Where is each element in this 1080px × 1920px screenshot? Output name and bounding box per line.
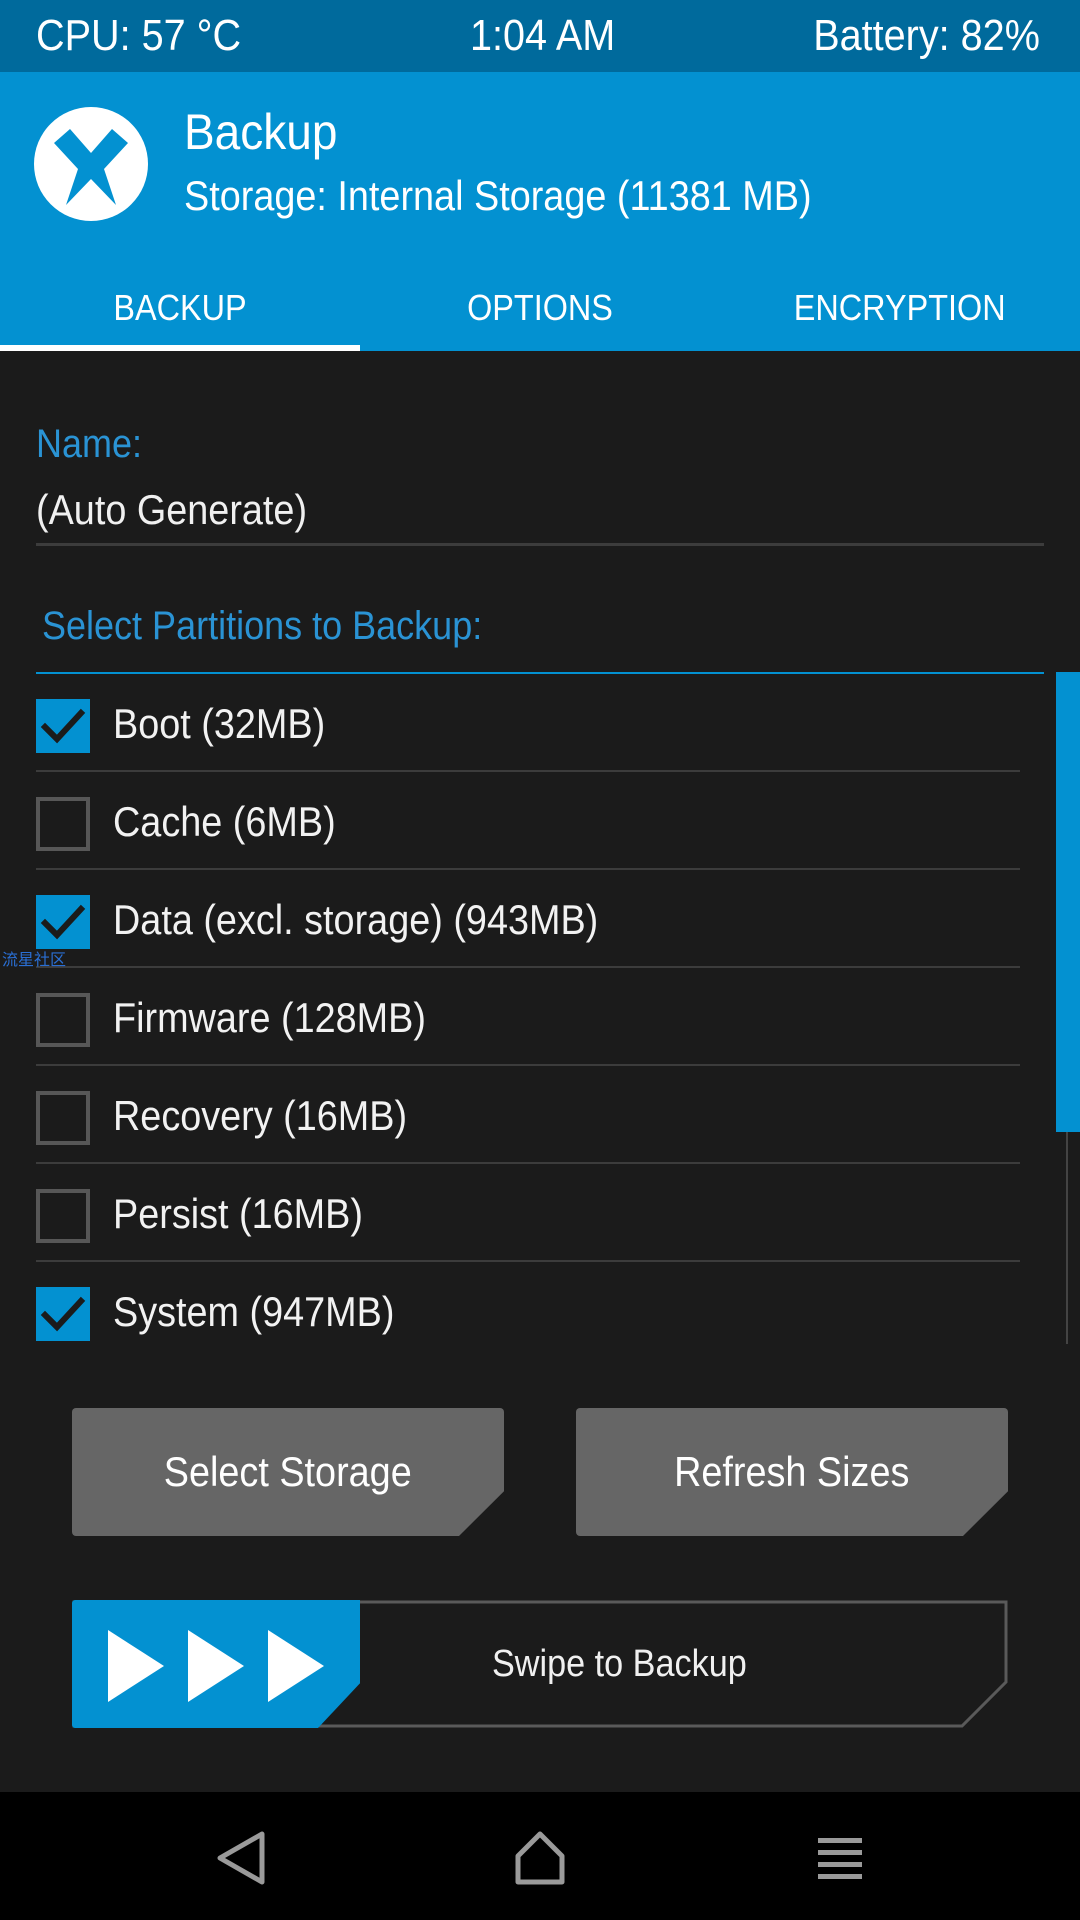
partition-row-recovery[interactable]: Recovery (16MB) <box>36 1066 1020 1164</box>
tab-bar: BACKUP OPTIONS ENCRYPTION <box>0 268 1080 351</box>
name-field-underline <box>36 543 1044 546</box>
watermark: 流星社区 <box>2 952 67 969</box>
back-icon[interactable] <box>212 1828 272 1888</box>
swipe-label: Swipe to Backup <box>492 1643 747 1685</box>
checkbox-unchecked-icon[interactable] <box>36 993 90 1047</box>
checkbox-unchecked-icon[interactable] <box>36 797 90 851</box>
page-title: Backup <box>184 104 338 160</box>
backup-name-input[interactable]: (Auto Generate) <box>36 480 307 540</box>
partitions-heading: Select Partitions to Backup: <box>42 604 483 648</box>
partition-label: Firmware (128MB) <box>113 994 426 1041</box>
tab-options[interactable]: OPTIONS <box>360 268 720 351</box>
partition-list[interactable]: Boot (32MB) Cache (6MB) Data (excl. stor… <box>36 672 1080 1344</box>
name-label: Name: <box>36 422 143 466</box>
battery-level: Battery: 82% <box>813 11 1040 60</box>
home-icon[interactable] <box>510 1828 570 1888</box>
partition-label: Recovery (16MB) <box>113 1092 408 1139</box>
refresh-sizes-button[interactable]: Refresh Sizes <box>576 1408 1008 1536</box>
partition-row-system[interactable]: System (947MB) <box>36 1262 1020 1344</box>
swipe-handle[interactable] <box>72 1600 360 1728</box>
tab-encryption[interactable]: ENCRYPTION <box>720 268 1080 351</box>
cpu-temperature: CPU: 57 °C <box>36 11 242 60</box>
clock: 1:04 AM <box>470 11 616 60</box>
partition-row-boot[interactable]: Boot (32MB) <box>36 674 1020 772</box>
select-storage-button[interactable]: Select Storage <box>72 1408 504 1536</box>
tab-backup[interactable]: BACKUP <box>0 268 360 351</box>
checkbox-checked-icon[interactable] <box>36 895 90 949</box>
twrp-logo-icon <box>34 107 148 221</box>
partition-row-persist[interactable]: Persist (16MB) <box>36 1164 1020 1262</box>
partition-label: Persist (16MB) <box>113 1190 363 1237</box>
app-header: Backup Storage: Internal Storage (11381 … <box>0 72 1080 351</box>
partition-label: Data (excl. storage) (943MB) <box>113 896 599 943</box>
checkbox-checked-icon[interactable] <box>36 1287 90 1341</box>
status-bar: CPU: 57 °C 1:04 AM Battery: 82% <box>0 0 1080 72</box>
swipe-to-backup-slider[interactable]: Swipe to Backup <box>72 1600 1008 1728</box>
menu-icon[interactable] <box>810 1828 870 1888</box>
partition-label: Cache (6MB) <box>113 798 336 845</box>
scrollbar-thumb[interactable] <box>1056 672 1080 1132</box>
partition-label: System (947MB) <box>113 1288 395 1335</box>
checkbox-checked-icon[interactable] <box>36 699 90 753</box>
partition-label: Boot (32MB) <box>113 700 326 747</box>
partition-row-cache[interactable]: Cache (6MB) <box>36 772 1020 870</box>
checkbox-unchecked-icon[interactable] <box>36 1091 90 1145</box>
partition-row-data[interactable]: Data (excl. storage) (943MB) <box>36 870 1020 968</box>
navigation-bar <box>0 1792 1080 1920</box>
checkbox-unchecked-icon[interactable] <box>36 1189 90 1243</box>
triple-arrow-icon <box>104 1630 324 1702</box>
partition-row-firmware[interactable]: Firmware (128MB) <box>36 968 1020 1066</box>
storage-info: Storage: Internal Storage (11381 MB) <box>184 172 812 219</box>
